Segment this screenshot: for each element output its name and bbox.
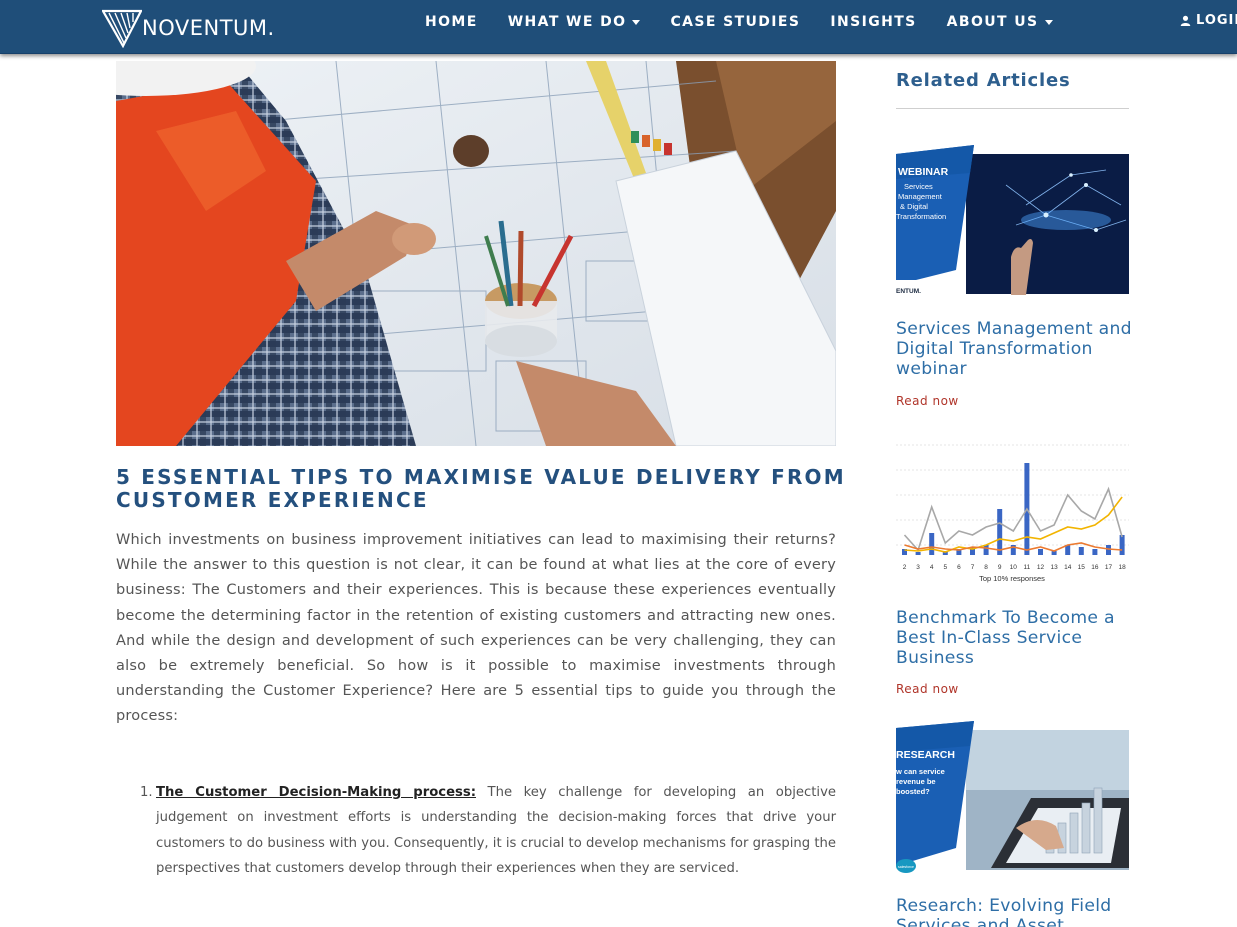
nav-about-us[interactable]: ABOUT US [932,12,1068,32]
read-now-link[interactable]: Read now [896,682,959,696]
noventum-logo-icon [102,9,142,48]
chart-tick-label: 18 [1118,564,1126,571]
salesforce-logo-text: salesforce [898,865,914,869]
related-article-title[interactable]: Research: Evolving Field Services and As… [896,896,1136,927]
login-link[interactable]: LOGIN [1180,13,1237,28]
related-article-image[interactable]: 2 3 4 5 6 7 8 9 10 11 12 13 14 15 16 17 18 Top 10% respo… [896,425,1129,590]
chart-tick-label: 12 [1037,564,1045,571]
chart-tick-label: 2 [903,564,907,571]
chart-tick-label: 8 [984,564,988,571]
chart-tick-label: 11 [1024,564,1031,571]
login-label: LOGIN [1196,13,1237,28]
user-icon [1180,15,1191,26]
chart-tick-label: 16 [1091,564,1099,571]
article-hero-image [116,61,836,446]
article-title: 5 ESSENTIAL TIPS TO MAXIMISE VALUE DELIV… [116,465,846,512]
tips-list: 1. The Customer Decision-Making process:… [140,780,836,882]
related-article-image[interactable]: WEBINAR Services Management & Digital Tr… [896,145,1129,295]
chart-bar [983,545,989,555]
chart-tick-label: 14 [1064,564,1072,571]
webinar-line: Transformation [896,212,946,221]
chart-tick-label: 5 [943,564,947,571]
nav-insights-label: INSIGHTS [830,14,917,30]
chart-tick-label: 7 [971,564,975,571]
webinar-tag-text: WEBINAR [898,166,949,178]
chart-bar [1078,547,1084,555]
nav-insights[interactable]: INSIGHTS [815,12,931,32]
list-item-number: 1. [140,785,153,800]
related-article-title[interactable]: Benchmark To Become a Best In-Class Serv… [896,608,1136,668]
research-tag-text: RESEARCH [896,749,955,761]
top-navbar: NOVENTUM. HOME WHAT WE DO CASE STUDIES I… [0,0,1237,54]
list-item-heading: The Customer Decision-Making process: [156,785,476,800]
divider [896,108,1129,109]
article-intro: Which investments on business improvemen… [116,532,836,725]
chart-caption: Top 10% responses [979,574,1045,583]
caret-down-icon [632,19,641,25]
nav-home-label: HOME [425,14,478,30]
chart-bar [1106,545,1111,555]
read-now-link[interactable]: Read now [896,394,959,408]
benchmark-chart-thumbnail: 2 3 4 5 6 7 8 9 10 11 12 13 14 15 16 17 18 Top 10% respo… [896,425,1129,590]
list-item-body: The Customer Decision-Making process: Th… [156,780,836,882]
related-articles-heading: Related Articles [896,70,1071,91]
research-thumbnail: RESEARCH w can service revenue be booste… [896,718,1129,878]
chart-tick-label: 17 [1105,564,1113,571]
webinar-line: & Digital [900,202,928,211]
chart-bar [1119,535,1125,555]
main-nav: HOME WHAT WE DO CASE STUDIES INSIGHTS AB… [410,12,1068,32]
webinar-line: Management [898,192,943,201]
research-line: boosted? [896,787,930,796]
chart-tick-label: 9 [998,564,1002,571]
chart-tick-label: 10 [1010,564,1018,571]
nav-what-we-do-label: WHAT WE DO [507,14,627,30]
nav-home[interactable]: HOME [410,12,493,32]
list-item: 1. The Customer Decision-Making process:… [140,780,836,882]
chart-tick-label: 4 [930,564,934,571]
nav-case-studies-label: CASE STUDIES [670,14,801,30]
chart-tick-label: 15 [1078,564,1086,571]
chart-bar [929,533,935,555]
chart-bar [1038,549,1043,555]
research-line: w can service [896,767,945,776]
brand-logo[interactable]: NOVENTUM. [102,8,275,48]
nav-what-we-do[interactable]: WHAT WE DO [493,12,656,32]
webinar-thumbnail: WEBINAR Services Management & Digital Tr… [896,145,1129,295]
webinar-line: Services [904,182,933,191]
chart-tick-label: 13 [1050,564,1058,571]
chart-tick-label: 6 [957,564,961,571]
research-line: revenue be [896,777,936,786]
chart-tick-label: 3 [916,564,920,571]
related-article-image[interactable]: RESEARCH w can service revenue be booste… [896,718,1129,878]
chart-bar [1092,549,1098,555]
chart-bar [997,509,1003,555]
nav-case-studies[interactable]: CASE STUDIES [655,12,815,32]
caret-down-icon [1044,19,1053,25]
chart-bar [915,552,921,555]
brand-name: NOVENTUM. [142,16,275,40]
webinar-footer: ENTUM. [896,288,921,295]
related-article-title[interactable]: Services Management and Digital Transfor… [896,319,1136,379]
nav-about-us-label: ABOUT US [946,14,1039,30]
architect-blueprint-illustration [116,61,836,446]
